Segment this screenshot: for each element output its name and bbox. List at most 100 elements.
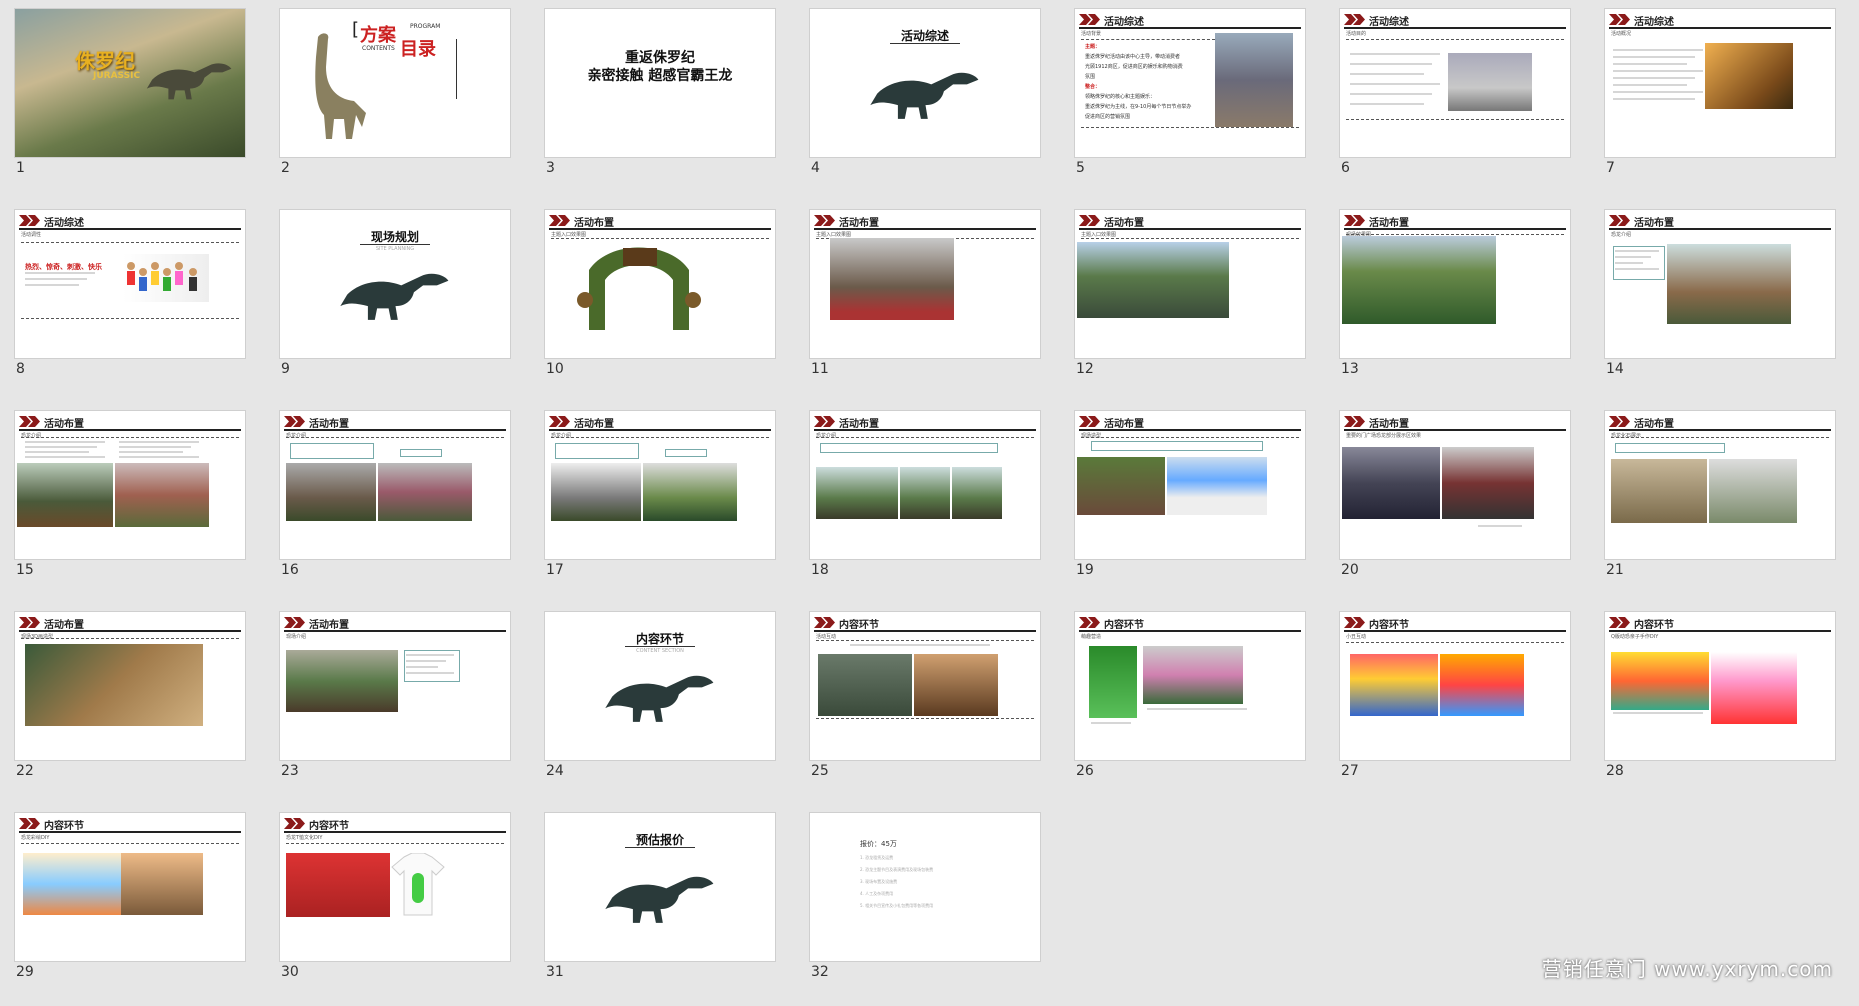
toc-en-1: PROGRAM — [410, 23, 441, 30]
slide-thumbnail-11[interactable]: 活动布置 主题入口效果图 11 — [809, 209, 1041, 403]
text-placeholder-line — [1613, 56, 1695, 58]
slide-number: 4 — [811, 160, 820, 176]
caption-box — [665, 449, 707, 457]
chevron-arrow-icon — [814, 416, 835, 427]
slide-photo — [816, 467, 898, 519]
slide-subtitle: 活动目的 — [1346, 31, 1367, 37]
slide-preview: 活动布置 现场效果图 — [1339, 209, 1571, 359]
slide-thumbnail-7[interactable]: 活动综述 活动概况 7 — [1604, 8, 1836, 202]
slide-thumbnail-16[interactable]: 活动布置 恐龙介绍 16 — [279, 410, 511, 604]
slide-number: 22 — [16, 763, 34, 779]
slide-number: 5 — [1076, 160, 1085, 176]
slide-thumbnail-1[interactable]: 侏罗纪 JURASSIC 1 — [14, 8, 246, 202]
slide-thumbnail-28[interactable]: 内容环节 Q版动恐亲子手作DIY 28 — [1604, 611, 1836, 805]
slide-thumbnail-12[interactable]: 活动布置 主题入口效果图 12 — [1074, 209, 1306, 403]
text-placeholder-line — [1615, 250, 1659, 252]
toc-en-2: CONTENTS — [362, 45, 395, 52]
slide-thumbnail-17[interactable]: 活动布置 恐龙介绍 17 — [544, 410, 776, 604]
slide-thumbnail-26[interactable]: 内容环节 萌趣营造 26 — [1074, 611, 1306, 805]
text-placeholder-line — [1350, 83, 1440, 85]
slide-thumbnail-8[interactable]: 活动综述 活动调性 热烈、惊奇、刺激、快乐 8 — [14, 209, 246, 403]
body-text: 氛围 — [1085, 74, 1096, 80]
slide-number: 7 — [1606, 160, 1615, 176]
slide-subtitle: 现场介绍 — [286, 634, 307, 640]
text-placeholder-line — [1350, 63, 1432, 65]
slide-thumbnail-14[interactable]: 活动布置 恐龙介绍 14 — [1604, 209, 1836, 403]
slide-thumbnail-15[interactable]: 活动布置 恐龙介绍 15 — [14, 410, 246, 604]
slide-header: 活动布置 — [814, 415, 1036, 431]
slide-header: 内容环节 — [1079, 616, 1301, 632]
slide-header-title: 活动布置 — [1634, 419, 1674, 430]
slide-number: 23 — [281, 763, 299, 779]
slide-thumbnail-18[interactable]: 活动布置 恐龙介绍 18 — [809, 410, 1041, 604]
slide-thumbnail-27[interactable]: 内容环节 小丑互动 27 — [1339, 611, 1571, 805]
slide-header-title: 活动布置 — [574, 218, 614, 229]
slide-photo — [17, 463, 113, 527]
slide-thumbnail-24[interactable]: 内容环节 CONTENT SECTION 24 — [544, 611, 776, 805]
toc-title-1: 方案 — [360, 25, 396, 46]
text-placeholder-line — [1147, 708, 1247, 710]
slide-header: 内容环节 — [814, 616, 1036, 632]
slide-number: 17 — [546, 562, 564, 578]
slide-line-2: 亲密接触 超感官霸王龙 — [587, 68, 733, 84]
slide-photo — [286, 650, 398, 712]
slide-thumbnail-6[interactable]: 活动综述 活动目的 6 — [1339, 8, 1571, 202]
slide-number: 2 — [281, 160, 290, 176]
slide-preview: 现场规划 SITE PLANNING — [279, 209, 511, 359]
caption-box — [555, 443, 639, 459]
text-placeholder-line — [1613, 49, 1703, 51]
slide-photo — [1440, 654, 1524, 716]
chevron-arrow-icon — [1609, 215, 1630, 226]
slide-photo — [1077, 457, 1165, 515]
slide-thumbnail-22[interactable]: 活动布置 现场3D画造型 22 — [14, 611, 246, 805]
slide-thumbnail-10[interactable]: 活动布置 主题入口效果图 10 — [544, 209, 776, 403]
slide-header-title: 内容环节 — [309, 821, 349, 832]
chevron-arrow-icon — [19, 416, 40, 427]
slide-subtitle: 恐龙介绍 — [1611, 232, 1632, 238]
slide-number: 18 — [811, 562, 829, 578]
text-placeholder-line — [25, 456, 105, 458]
slide-thumbnail-3[interactable]: 重返侏罗纪 亲密接触 超感官霸王龙 3 — [544, 8, 776, 202]
text-placeholder-line — [1350, 103, 1424, 105]
slide-thumbnail-19[interactable]: 活动布置 现场造型 19 — [1074, 410, 1306, 604]
slide-thumbnail-23[interactable]: 活动布置 现场介绍 23 — [279, 611, 511, 805]
slide-thumbnail-25[interactable]: 内容环节 活动互动 25 — [809, 611, 1041, 805]
slide-photo — [286, 853, 390, 917]
slide-photo — [378, 463, 472, 521]
watermark: 营销任意门 www.yxrym.com — [1541, 957, 1833, 981]
text-placeholder-line — [406, 654, 454, 656]
slide-thumbnail-4[interactable]: 活动综述 4 — [809, 8, 1041, 202]
slide-thumbnail-20[interactable]: 活动布置 重要的门广场恐龙部分展示区效果 20 — [1339, 410, 1571, 604]
slide-thumbnail-13[interactable]: 活动布置 现场效果图 13 — [1339, 209, 1571, 403]
tshirt-image — [390, 853, 446, 917]
slide-header: 活动布置 — [19, 616, 241, 632]
slide-header-title: 活动布置 — [574, 419, 614, 430]
dinosaur-image — [145, 49, 235, 107]
slide-thumbnail-9[interactable]: 现场规划 SITE PLANNING 9 — [279, 209, 511, 403]
text-placeholder-line — [1613, 77, 1695, 79]
slide-thumbnail-2[interactable]: [ 方案 目录 PROGRAM CONTENTS 2 — [279, 8, 511, 202]
slide-thumbnail-32[interactable]: 报价：45万 1. 恐龙租赁及运费 2. 恐龙主题节目及表演费用及现场包装费 3. 现… — [809, 812, 1041, 1006]
slide-thumbnail-31[interactable]: 预估报价 31 — [544, 812, 776, 1006]
chevron-arrow-icon — [1079, 215, 1100, 226]
slide-thumbnail-5[interactable]: 活动综述 活动背景 主题： 重返侏罗纪活动由该中心主导，带动消费者 光顾1912商区，… — [1074, 8, 1306, 202]
slide-photo — [1215, 33, 1293, 127]
caption-box — [820, 443, 998, 453]
slide-subtitle: 活动互动 — [816, 634, 837, 640]
slide-header: 活动布置 — [814, 214, 1036, 230]
slide-header: 活动布置 — [19, 415, 241, 431]
slide-number: 30 — [281, 964, 299, 980]
slide-number: 15 — [16, 562, 34, 578]
slide-header: 活动综述 — [1079, 13, 1301, 29]
slide-number: 6 — [1341, 160, 1350, 176]
price-title: 报价：45万 — [860, 840, 897, 848]
dinosaur-image — [868, 54, 983, 128]
slide-thumbnail-30[interactable]: 内容环节 恐龙T恤文化DIY 30 — [279, 812, 511, 1006]
slide-thumbnail-29[interactable]: 内容环节 恐龙彩绘DIY 29 — [14, 812, 246, 1006]
slide-preview: 报价：45万 1. 恐龙租赁及运费 2. 恐龙主题节目及表演费用及现场包装费 3. 现… — [809, 812, 1041, 962]
slide-preview: 活动布置 恐龙介绍 — [809, 410, 1041, 560]
slide-thumbnail-21[interactable]: 活动布置 恐龙化石展示 21 — [1604, 410, 1836, 604]
slide-header-title: 内容环节 — [839, 620, 879, 631]
slide-header-title: 活动布置 — [309, 419, 349, 430]
body-text: 主题： — [1085, 44, 1101, 50]
